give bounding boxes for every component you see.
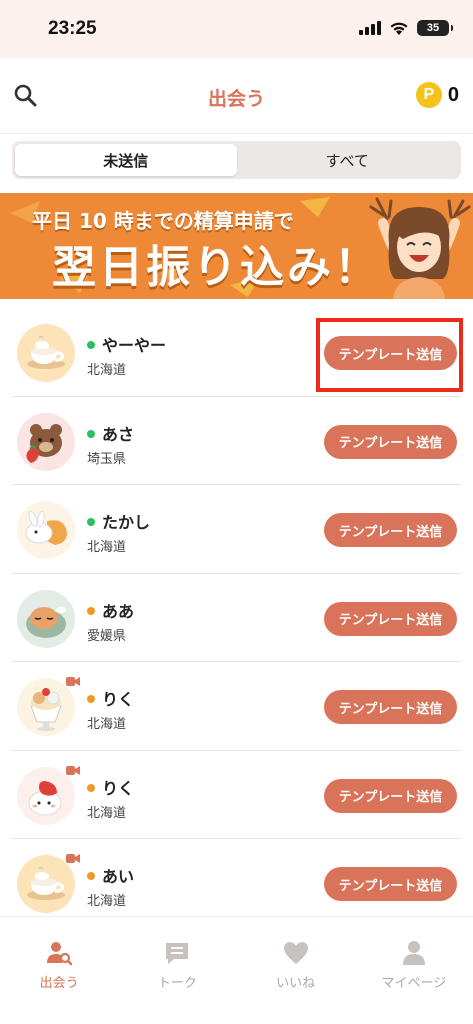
user-list: やーやー 北海道 テンプレート送信 あさ 埼玉県 テンプレート送信 たかし 北海道 テンプレート…	[0, 308, 473, 928]
user-prefecture: 北海道	[87, 717, 127, 732]
status-dot	[87, 872, 95, 880]
tab-unsent[interactable]: 未送信	[15, 144, 237, 176]
page-title: 出会う	[207, 88, 265, 110]
user-row[interactable]: あい北海道 テンプレート送信	[12, 839, 461, 928]
banner-headline: 平日 10 時までの精算申請で	[32, 209, 294, 233]
avatar[interactable]	[17, 412, 75, 471]
battery-level: 35	[426, 22, 440, 34]
status-time: 23:25	[48, 18, 97, 39]
user-row[interactable]: あさ埼玉県 テンプレート送信	[12, 397, 461, 485]
tab-all[interactable]: すべて	[237, 144, 459, 176]
user-name: たかし	[102, 513, 151, 532]
send-template-button[interactable]: テンプレート送信	[324, 867, 457, 901]
heart-icon	[283, 942, 308, 964]
user-row[interactable]: りく北海道 テンプレート送信	[12, 662, 461, 751]
nav-item-meet[interactable]: 出会う	[0, 917, 118, 1024]
avatar[interactable]	[17, 324, 75, 382]
status-icons: 35	[359, 20, 453, 36]
send-template-button[interactable]: テンプレート送信	[324, 513, 457, 547]
user-row[interactable]: たかし北海道 テンプレート送信	[12, 485, 461, 574]
nav-label: トーク	[157, 976, 197, 991]
user-name: ああ	[102, 601, 135, 621]
points-display[interactable]: P 0	[415, 82, 459, 108]
status-bar: 23:25 35	[0, 0, 473, 58]
send-template-button[interactable]: テンプレート送信	[324, 424, 457, 459]
user-name: あさ	[102, 424, 135, 444]
person-icon	[402, 941, 425, 965]
user-prefecture: 北海道	[87, 540, 127, 555]
user-name: りく	[102, 690, 135, 709]
user-row[interactable]: りく北海道 テンプレート送信	[12, 751, 461, 839]
user-prefecture: 埼玉県	[87, 451, 127, 467]
user-row[interactable]: ああ愛媛県 テンプレート送信	[12, 574, 461, 662]
status-dot	[87, 695, 95, 703]
send-template-button[interactable]: テンプレート送信	[324, 778, 457, 813]
status-dot	[87, 606, 95, 615]
avatar[interactable]	[17, 501, 75, 559]
coin-icon: P	[415, 82, 442, 108]
video-camera-icon	[66, 677, 80, 686]
battery-icon: 35	[417, 20, 453, 36]
nav-item-mypage[interactable]: マイページ	[355, 917, 473, 1024]
status-dot	[87, 341, 95, 349]
user-name: あい	[102, 867, 135, 886]
user-name: やーやー	[102, 336, 167, 355]
nav-label: 出会う	[39, 976, 79, 991]
points-value: 0	[447, 83, 459, 106]
status-dot	[87, 783, 95, 792]
bottom-navigation: 出会う トーク いいね マイページ	[0, 916, 473, 1024]
user-prefecture: 愛媛県	[87, 628, 127, 644]
nav-label: マイページ	[381, 976, 447, 991]
nav-item-likes[interactable]: いいね	[237, 917, 355, 1024]
status-dot	[87, 429, 95, 438]
girl-illustration-icon	[369, 197, 471, 299]
user-prefecture: 北海道	[87, 894, 127, 909]
user-prefecture: 北海道	[87, 805, 127, 821]
banner-main-text: 翌日振り込み！	[52, 242, 381, 293]
nav-item-talk[interactable]: トーク	[118, 917, 236, 1024]
user-prefecture: 北海道	[87, 363, 127, 378]
send-template-button[interactable]: テンプレート送信	[324, 601, 457, 636]
app-screen: 23:25 35 出会う P 0 未送信 すべて 平日 10 時までの精算申請で…	[0, 0, 473, 1024]
status-dot	[87, 518, 95, 526]
header: 出会う P 0	[0, 58, 473, 134]
avatar[interactable]	[17, 589, 75, 648]
highlight-box	[316, 318, 463, 392]
chat-icon	[166, 943, 189, 964]
wifi-icon	[390, 22, 408, 35]
send-template-button[interactable]: テンプレート送信	[324, 690, 457, 724]
signal-icon	[359, 21, 381, 35]
filter-tabs: 未送信 すべて	[12, 141, 461, 179]
user-name: りく	[102, 778, 135, 798]
video-camera-icon	[66, 765, 80, 775]
promo-banner[interactable]: 平日 10 時までの精算申請で 翌日振り込み！	[0, 193, 473, 299]
person-search-icon	[47, 942, 73, 966]
video-camera-icon	[66, 854, 80, 863]
nav-label: いいね	[276, 976, 316, 991]
